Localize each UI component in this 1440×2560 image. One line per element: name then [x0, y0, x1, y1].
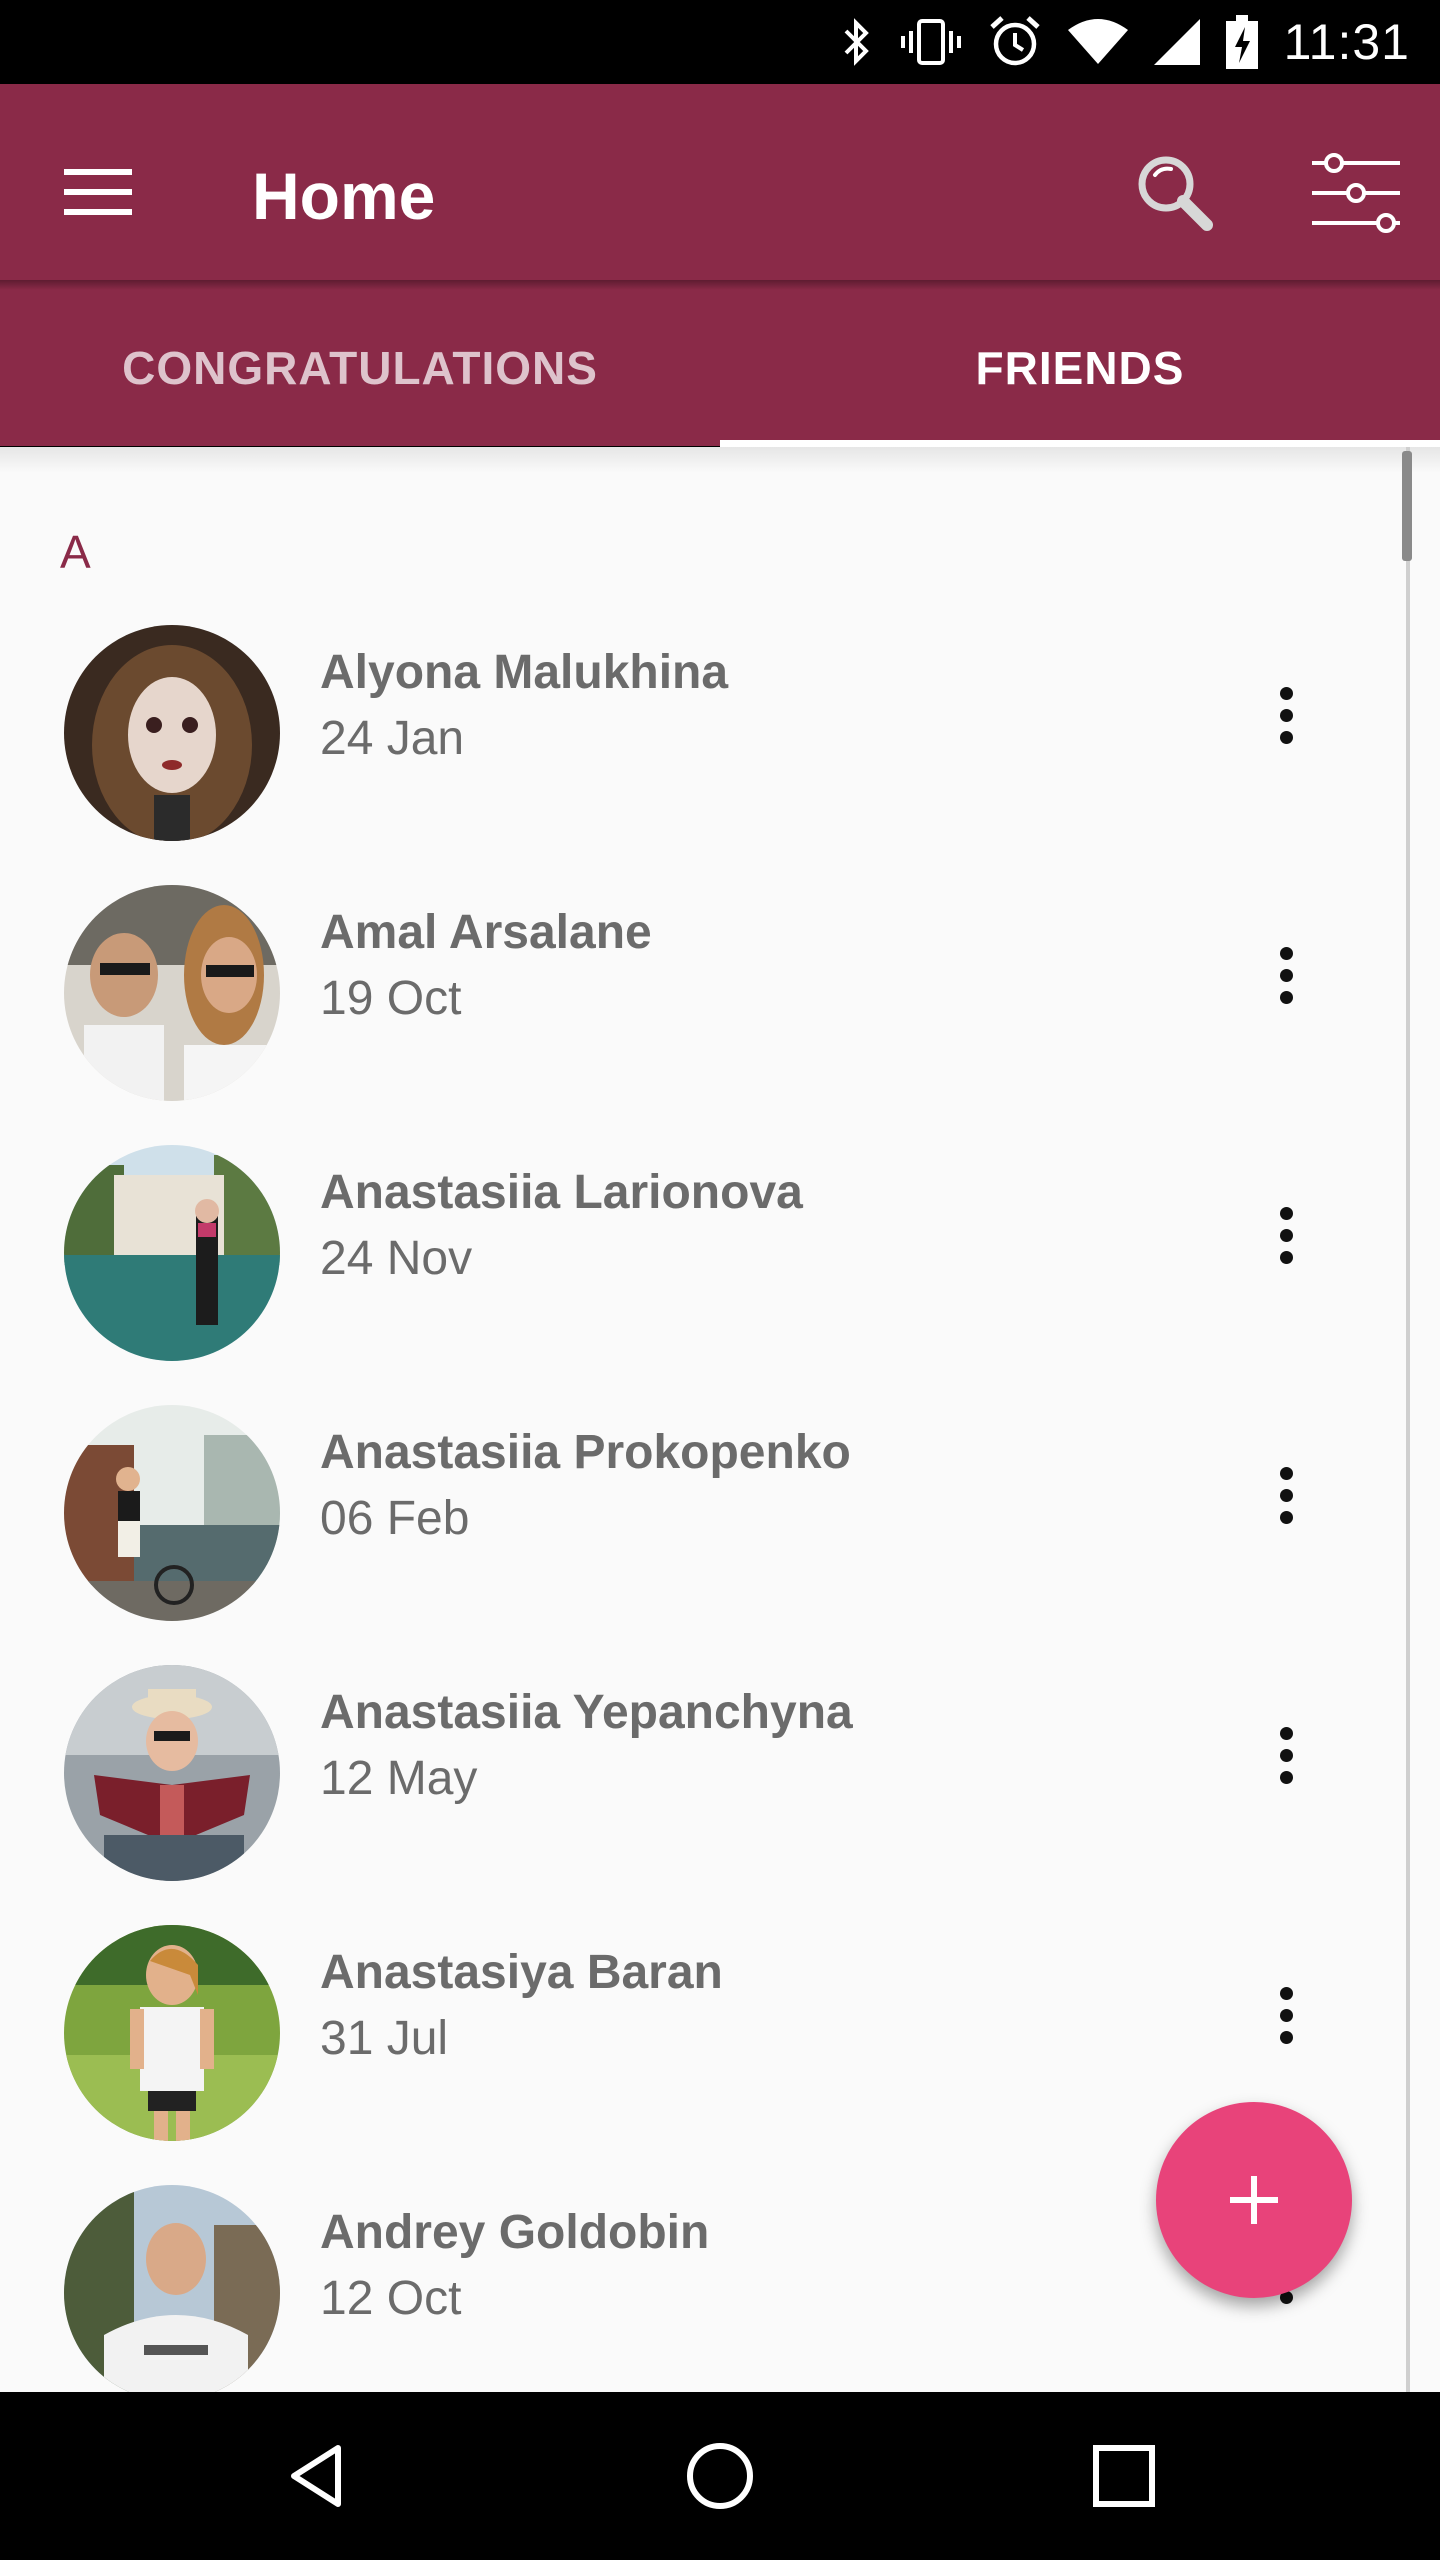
status-icons: 11:31 — [838, 0, 1410, 84]
tab-friends[interactable]: FRIENDS — [720, 290, 1440, 446]
avatar — [64, 1145, 280, 1361]
friend-date: 19 Oct — [320, 972, 462, 1025]
recents-button[interactable] — [1064, 2426, 1184, 2526]
friend-date: 24 Nov — [320, 1232, 473, 1285]
hamburger-menu-icon — [64, 169, 132, 215]
alarm-icon — [989, 16, 1040, 66]
friend-name: Andrey Goldobin — [320, 2206, 710, 2259]
more-options-button[interactable] — [1246, 1185, 1326, 1285]
friend-date: 24 Jan — [320, 712, 465, 765]
tab-bar: CONGRATULATIONS FRIENDS — [0, 290, 1440, 446]
friend-date: 06 Feb — [320, 1492, 470, 1545]
more-options-button[interactable] — [1246, 925, 1326, 1025]
menu-button[interactable] — [50, 144, 146, 240]
battery-charging-icon — [1225, 15, 1258, 69]
friend-date: 12 May — [320, 1752, 478, 1805]
list-item[interactable]: Anastasiia Larionova 24 Nov — [0, 1145, 1400, 1405]
friend-name: Anastasiya Baran — [320, 1946, 723, 1999]
bluetooth-icon — [844, 18, 869, 66]
avatar — [64, 2185, 280, 2392]
list-item[interactable]: Anastasiia Yepanchyna 12 May — [0, 1665, 1400, 1925]
clock: 11:31 — [1283, 14, 1410, 70]
back-icon — [291, 2445, 341, 2507]
friend-name: Anastasiia Larionova — [320, 1166, 803, 1219]
list-item[interactable]: Alyona Malukhina 24 Jan — [0, 625, 1400, 885]
tab-indicator — [720, 440, 1440, 447]
list-item[interactable]: Amal Arsalane 19 Oct — [0, 885, 1400, 1145]
friend-date: 31 Jul — [320, 2012, 449, 2065]
more-options-button[interactable] — [1246, 1965, 1326, 2065]
recents-icon — [1093, 2445, 1155, 2507]
friend-name: Anastasiia Prokopenko — [320, 1426, 851, 1479]
friend-name: Alyona Malukhina — [320, 646, 729, 699]
vibrate-icon — [900, 19, 961, 65]
avatar — [64, 885, 280, 1101]
friends-list[interactable]: A Alyona Malukhina 24 Jan Amal Arsalane … — [0, 447, 1440, 2392]
plus-icon — [1230, 2176, 1278, 2224]
navigation-bar — [0, 2392, 1440, 2560]
filter-button[interactable] — [1300, 138, 1410, 248]
search-icon — [1138, 156, 1213, 231]
friend-date: 12 Oct — [320, 2272, 462, 2325]
home-icon — [687, 2443, 753, 2509]
back-button[interactable] — [256, 2426, 376, 2526]
scrollbar-thumb[interactable] — [1402, 451, 1412, 561]
more-options-button[interactable] — [1246, 1445, 1326, 1545]
search-button[interactable] — [1120, 138, 1230, 248]
more-options-button[interactable] — [1246, 1705, 1326, 1805]
friend-name: Amal Arsalane — [320, 906, 652, 959]
wifi-icon — [1067, 19, 1128, 64]
filter-sliders-icon — [1312, 153, 1400, 233]
avatar — [64, 1405, 280, 1621]
cell-signal-icon — [1153, 19, 1200, 65]
scrollbar-track[interactable] — [1406, 447, 1410, 2392]
avatar — [64, 1665, 280, 1881]
avatar — [64, 625, 280, 841]
status-bar: 11:31 — [0, 0, 1440, 84]
home-button[interactable] — [660, 2426, 780, 2526]
app-bar: Home — [0, 84, 1440, 280]
page-title: Home — [252, 159, 436, 233]
avatar — [64, 1925, 280, 2141]
friend-name: Anastasiia Yepanchyna — [320, 1686, 853, 1739]
app-bar-shadow — [0, 280, 1440, 290]
section-header: A — [60, 526, 91, 578]
list-item[interactable]: Anastasiia Prokopenko 06 Feb — [0, 1405, 1400, 1665]
add-friend-button[interactable] — [1156, 2102, 1352, 2298]
more-options-button[interactable] — [1246, 665, 1326, 765]
tab-congratulations[interactable]: CONGRATULATIONS — [0, 290, 720, 446]
